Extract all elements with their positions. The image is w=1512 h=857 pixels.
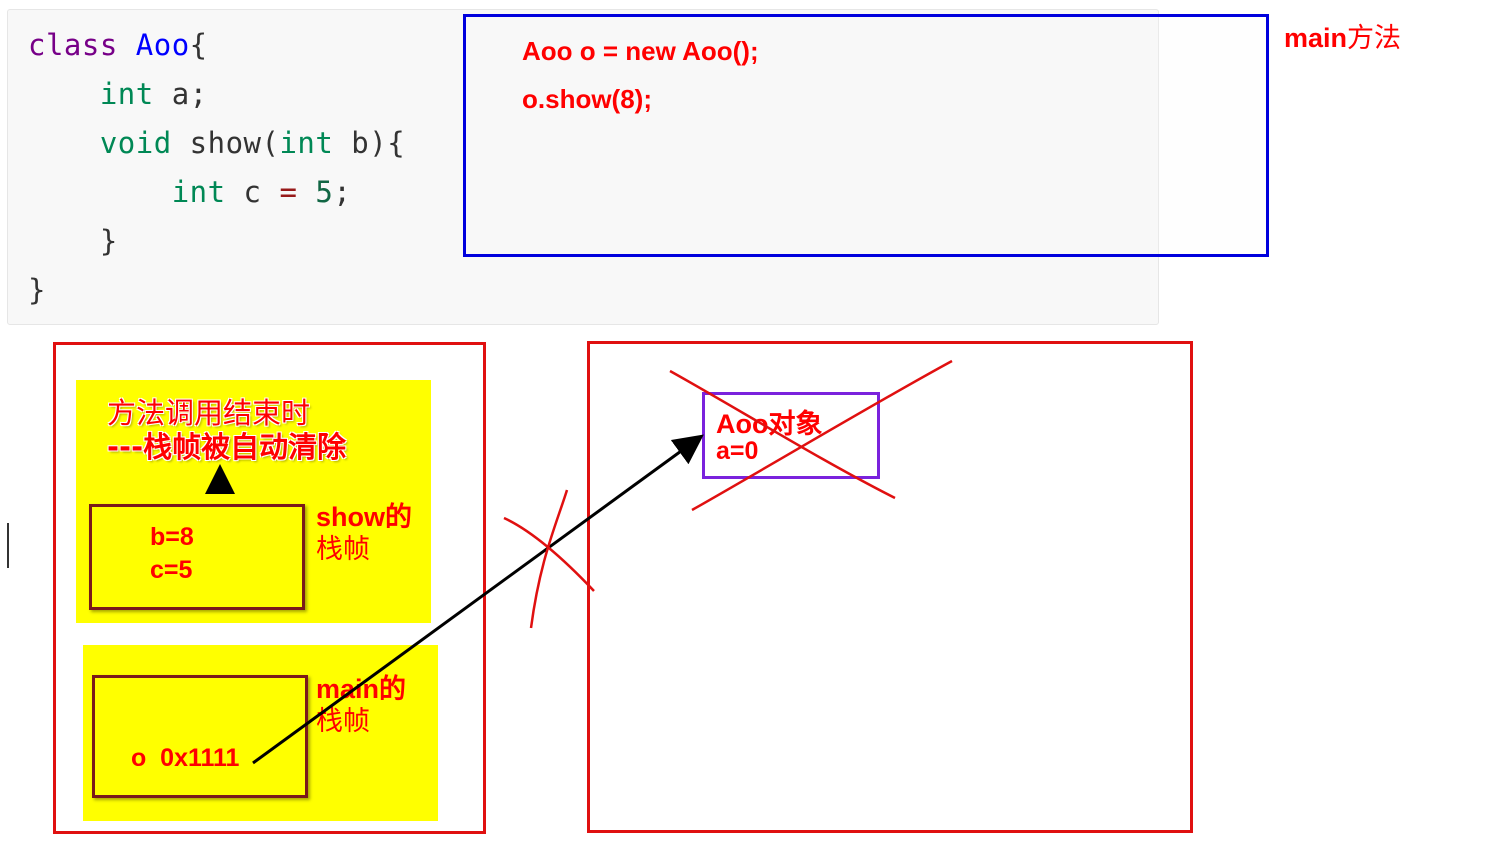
- annotation-overlay: [205, 359, 953, 765]
- cross-out-object-stroke-1: [669, 369, 896, 500]
- reference-arrow: [252, 434, 704, 765]
- cross-out-object-stroke-2: [691, 359, 953, 512]
- cross-out-reference-stroke-1: [503, 516, 595, 592]
